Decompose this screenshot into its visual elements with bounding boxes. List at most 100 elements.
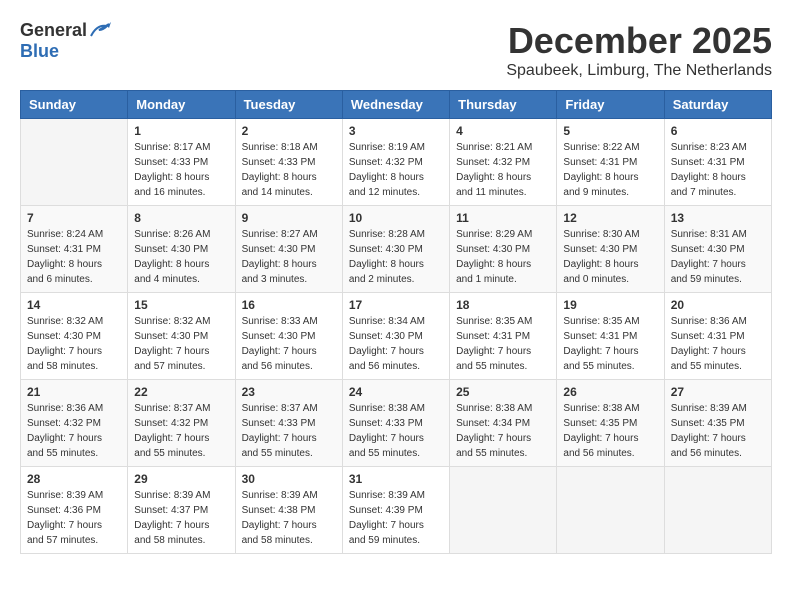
- calendar-cell: 22Sunrise: 8:37 AM Sunset: 4:32 PM Dayli…: [128, 380, 235, 467]
- calendar-cell: [557, 467, 664, 554]
- day-number: 11: [456, 211, 550, 225]
- calendar-cell: 13 Sunrise: 8:31 AM Sunset: 4:30 PM Dayli…: [664, 206, 771, 293]
- day-info: Sunrise: 8:39 AM Sunset: 4:35 PM Dayligh…: [671, 401, 765, 461]
- calendar-cell: 4Sunrise: 8:21 AM Sunset: 4:32 PM Daylig…: [450, 119, 557, 206]
- calendar-cell: 6Sunrise: 8:23 AM Sunset: 4:31 PM Daylig…: [664, 119, 771, 206]
- calendar-cell: 7 Sunrise: 8:24 AM Sunset: 4:31 PM Daylig…: [21, 206, 128, 293]
- day-number: 7: [27, 211, 121, 225]
- day-info: Sunrise: 8:35 AM Sunset: 4:31 PM Dayligh…: [563, 314, 657, 374]
- day-info: Sunrise: 8:17 AM Sunset: 4:33 PM Dayligh…: [134, 140, 228, 200]
- day-info: Sunrise: 8:36 AM Sunset: 4:32 PM Dayligh…: [27, 401, 121, 461]
- day-info: Sunrise: 8:39 AM Sunset: 4:36 PM Dayligh…: [27, 488, 121, 548]
- calendar-cell: 12 Sunrise: 8:30 AM Sunset: 4:30 PM Dayli…: [557, 206, 664, 293]
- day-number: 3: [349, 124, 443, 138]
- day-info: Sunrise: 8:30 AM Sunset: 4:30 PM Dayligh…: [563, 227, 657, 287]
- column-header-saturday: Saturday: [664, 91, 771, 119]
- calendar-cell: 26 Sunrise: 8:38 AM Sunset: 4:35 PM Dayli…: [557, 380, 664, 467]
- calendar-cell: 9Sunrise: 8:27 AM Sunset: 4:30 PM Daylig…: [235, 206, 342, 293]
- day-info: Sunrise: 8:31 AM Sunset: 4:30 PM Dayligh…: [671, 227, 765, 287]
- title-section: December 2025 Spaubeek, Limburg, The Net…: [506, 20, 772, 80]
- calendar-cell: 17Sunrise: 8:34 AM Sunset: 4:30 PM Dayli…: [342, 293, 449, 380]
- column-header-thursday: Thursday: [450, 91, 557, 119]
- calendar-cell: 21Sunrise: 8:36 AM Sunset: 4:32 PM Dayli…: [21, 380, 128, 467]
- calendar-cell: 27 Sunrise: 8:39 AM Sunset: 4:35 PM Dayli…: [664, 380, 771, 467]
- column-header-tuesday: Tuesday: [235, 91, 342, 119]
- day-number: 13: [671, 211, 765, 225]
- calendar-cell: 1Sunrise: 8:17 AM Sunset: 4:33 PM Daylig…: [128, 119, 235, 206]
- day-number: 29: [134, 472, 228, 486]
- day-info: Sunrise: 8:35 AM Sunset: 4:31 PM Dayligh…: [456, 314, 550, 374]
- calendar-cell: 29Sunrise: 8:39 AM Sunset: 4:37 PM Dayli…: [128, 467, 235, 554]
- day-number: 20: [671, 298, 765, 312]
- column-header-friday: Friday: [557, 91, 664, 119]
- day-info: Sunrise: 8:18 AM Sunset: 4:33 PM Dayligh…: [242, 140, 336, 200]
- calendar-cell: 18 Sunrise: 8:35 AM Sunset: 4:31 PM Dayli…: [450, 293, 557, 380]
- day-number: 31: [349, 472, 443, 486]
- calendar-cell: 3 Sunrise: 8:19 AM Sunset: 4:32 PM Daylig…: [342, 119, 449, 206]
- calendar-cell: [664, 467, 771, 554]
- day-number: 19: [563, 298, 657, 312]
- day-info: Sunrise: 8:19 AM Sunset: 4:32 PM Dayligh…: [349, 140, 443, 200]
- day-number: 10: [349, 211, 443, 225]
- calendar-cell: 2 Sunrise: 8:18 AM Sunset: 4:33 PM Daylig…: [235, 119, 342, 206]
- day-number: 27: [671, 385, 765, 399]
- day-number: 12: [563, 211, 657, 225]
- logo-bird-icon: [89, 22, 111, 40]
- day-info: Sunrise: 8:26 AM Sunset: 4:30 PM Dayligh…: [134, 227, 228, 287]
- calendar-week-2: 7 Sunrise: 8:24 AM Sunset: 4:31 PM Daylig…: [21, 206, 772, 293]
- day-info: Sunrise: 8:33 AM Sunset: 4:30 PM Dayligh…: [242, 314, 336, 374]
- day-info: Sunrise: 8:38 AM Sunset: 4:33 PM Dayligh…: [349, 401, 443, 461]
- day-info: Sunrise: 8:21 AM Sunset: 4:32 PM Dayligh…: [456, 140, 550, 200]
- day-info: Sunrise: 8:29 AM Sunset: 4:30 PM Dayligh…: [456, 227, 550, 287]
- calendar-cell: 31 Sunrise: 8:39 AM Sunset: 4:39 PM Dayli…: [342, 467, 449, 554]
- day-number: 24: [349, 385, 443, 399]
- day-info: Sunrise: 8:39 AM Sunset: 4:39 PM Dayligh…: [349, 488, 443, 548]
- calendar-cell: 25 Sunrise: 8:38 AM Sunset: 4:34 PM Dayli…: [450, 380, 557, 467]
- calendar-table: SundayMondayTuesdayWednesdayThursdayFrid…: [20, 90, 772, 554]
- day-info: Sunrise: 8:37 AM Sunset: 4:33 PM Dayligh…: [242, 401, 336, 461]
- calendar-cell: 11 Sunrise: 8:29 AM Sunset: 4:30 PM Dayli…: [450, 206, 557, 293]
- column-header-wednesday: Wednesday: [342, 91, 449, 119]
- page-header: General Blue December 2025 Spaubeek, Lim…: [20, 20, 772, 80]
- logo-general-text: General: [20, 20, 87, 41]
- calendar-cell: 19 Sunrise: 8:35 AM Sunset: 4:31 PM Dayli…: [557, 293, 664, 380]
- logo: General Blue: [20, 20, 111, 62]
- day-info: Sunrise: 8:36 AM Sunset: 4:31 PM Dayligh…: [671, 314, 765, 374]
- day-number: 23: [242, 385, 336, 399]
- day-number: 2: [242, 124, 336, 138]
- calendar-cell: 16 Sunrise: 8:33 AM Sunset: 4:30 PM Dayli…: [235, 293, 342, 380]
- day-number: 5: [563, 124, 657, 138]
- column-header-monday: Monday: [128, 91, 235, 119]
- calendar-cell: 24 Sunrise: 8:38 AM Sunset: 4:33 PM Dayli…: [342, 380, 449, 467]
- calendar-cell: 28Sunrise: 8:39 AM Sunset: 4:36 PM Dayli…: [21, 467, 128, 554]
- calendar-week-1: 1Sunrise: 8:17 AM Sunset: 4:33 PM Daylig…: [21, 119, 772, 206]
- day-number: 16: [242, 298, 336, 312]
- logo-blue-text: Blue: [20, 41, 59, 61]
- day-number: 17: [349, 298, 443, 312]
- day-info: Sunrise: 8:24 AM Sunset: 4:31 PM Dayligh…: [27, 227, 121, 287]
- day-info: Sunrise: 8:37 AM Sunset: 4:32 PM Dayligh…: [134, 401, 228, 461]
- day-info: Sunrise: 8:32 AM Sunset: 4:30 PM Dayligh…: [27, 314, 121, 374]
- day-number: 18: [456, 298, 550, 312]
- day-number: 30: [242, 472, 336, 486]
- day-number: 26: [563, 385, 657, 399]
- day-info: Sunrise: 8:22 AM Sunset: 4:31 PM Dayligh…: [563, 140, 657, 200]
- day-info: Sunrise: 8:38 AM Sunset: 4:34 PM Dayligh…: [456, 401, 550, 461]
- day-info: Sunrise: 8:38 AM Sunset: 4:35 PM Dayligh…: [563, 401, 657, 461]
- calendar-week-5: 28Sunrise: 8:39 AM Sunset: 4:36 PM Dayli…: [21, 467, 772, 554]
- location-title: Spaubeek, Limburg, The Netherlands: [506, 62, 772, 80]
- calendar-cell: 23 Sunrise: 8:37 AM Sunset: 4:33 PM Dayli…: [235, 380, 342, 467]
- calendar-cell: 15 Sunrise: 8:32 AM Sunset: 4:30 PM Dayli…: [128, 293, 235, 380]
- calendar-cell: 20 Sunrise: 8:36 AM Sunset: 4:31 PM Dayli…: [664, 293, 771, 380]
- calendar-cell: [21, 119, 128, 206]
- calendar-cell: 5 Sunrise: 8:22 AM Sunset: 4:31 PM Daylig…: [557, 119, 664, 206]
- day-number: 25: [456, 385, 550, 399]
- column-header-sunday: Sunday: [21, 91, 128, 119]
- day-info: Sunrise: 8:39 AM Sunset: 4:38 PM Dayligh…: [242, 488, 336, 548]
- calendar-cell: 10Sunrise: 8:28 AM Sunset: 4:30 PM Dayli…: [342, 206, 449, 293]
- day-number: 15: [134, 298, 228, 312]
- day-info: Sunrise: 8:32 AM Sunset: 4:30 PM Dayligh…: [134, 314, 228, 374]
- month-title: December 2025: [506, 20, 772, 62]
- calendar-week-4: 21Sunrise: 8:36 AM Sunset: 4:32 PM Dayli…: [21, 380, 772, 467]
- day-number: 14: [27, 298, 121, 312]
